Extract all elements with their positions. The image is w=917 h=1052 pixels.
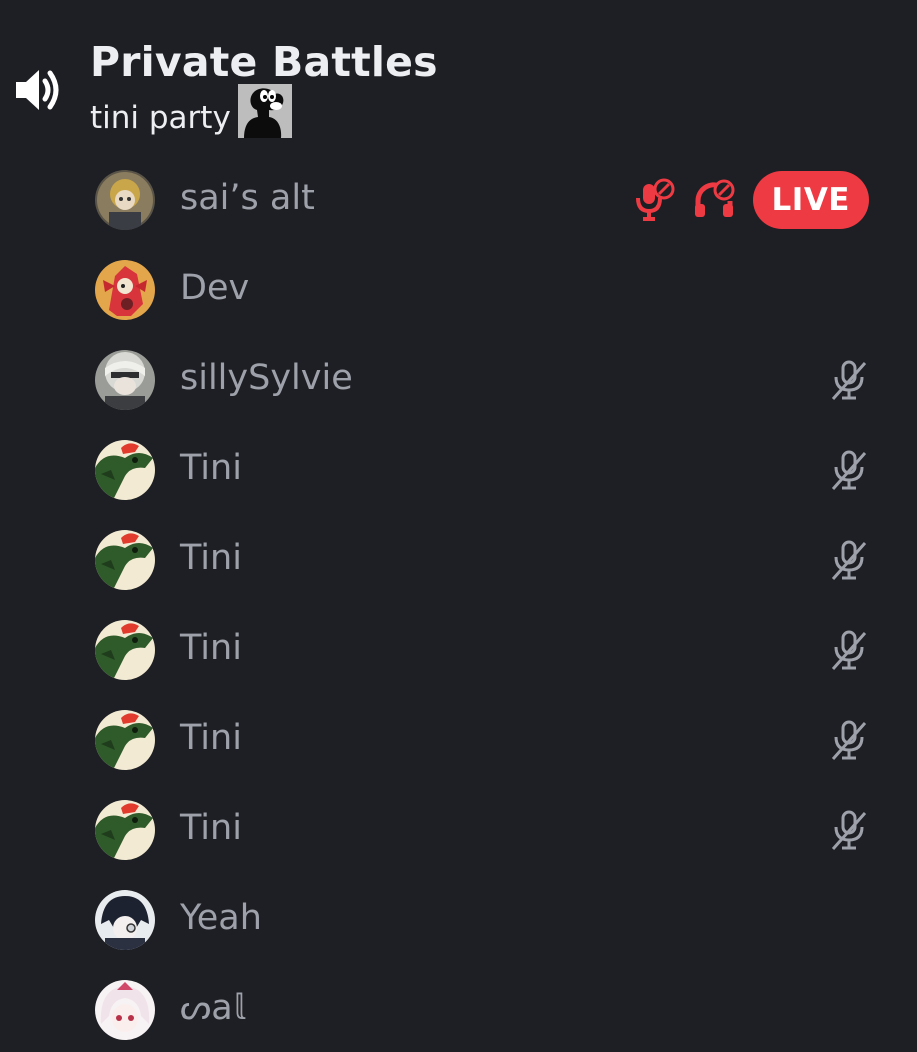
voice-user-row[interactable]: Dev (0, 245, 917, 335)
user-status-icons (829, 620, 869, 680)
voice-user-row[interactable]: Tini (0, 785, 917, 875)
channel-status: tini party (90, 100, 231, 136)
black-yoshi-image (238, 84, 292, 138)
username: sai’s alt (180, 178, 315, 218)
username: Dev (180, 268, 250, 308)
user-status-icons (829, 530, 869, 590)
voice-user-row[interactable]: sillySylvie (0, 335, 917, 425)
voice-user-row[interactable]: Tini (0, 605, 917, 695)
avatar (95, 260, 155, 320)
user-status-icons (829, 800, 869, 860)
avatar (95, 350, 155, 410)
voice-user-row[interactable]: Tini (0, 695, 917, 785)
mic-slash-icon (829, 629, 869, 671)
user-status-icons (829, 350, 869, 410)
mic-slash-icon (829, 719, 869, 761)
voice-user-list: sai’s alt LIVE Dev sillySylvie Tini Tini… (0, 155, 917, 1052)
voice-user-row[interactable]: ᔕa𝕝 (0, 965, 917, 1052)
avatar (95, 620, 155, 680)
voice-user-row[interactable]: sai’s alt LIVE (0, 155, 917, 245)
avatar (95, 890, 155, 950)
live-badge[interactable]: LIVE (752, 171, 869, 229)
mic-slash-icon (829, 809, 869, 851)
username: Tini (180, 538, 242, 578)
user-status-icons (829, 440, 869, 500)
voice-user-row[interactable]: Tini (0, 515, 917, 605)
avatar (95, 170, 155, 230)
mic-slash-icon (829, 449, 869, 491)
voice-user-row[interactable]: Yeah (0, 875, 917, 965)
avatar (95, 530, 155, 590)
avatar (95, 980, 155, 1040)
username: Tini (180, 628, 242, 668)
server-deafen-icon (693, 179, 735, 221)
username: ᔕa𝕝 (180, 988, 245, 1028)
server-mute-icon (635, 178, 675, 222)
speaker-icon (12, 64, 64, 116)
mic-slash-icon (829, 539, 869, 581)
username: Yeah (180, 898, 262, 938)
channel-name: Private Battles (90, 38, 438, 86)
avatar (95, 440, 155, 500)
user-status-icons: LIVE (635, 170, 869, 230)
username: Tini (180, 808, 242, 848)
username: sillySylvie (180, 358, 353, 398)
voice-channel[interactable]: Private Battles tini party sai’s alt LIV… (0, 0, 917, 1052)
avatar (95, 710, 155, 770)
username: Tini (180, 448, 242, 488)
mic-slash-icon (829, 359, 869, 401)
user-status-icons (829, 710, 869, 770)
username: Tini (180, 718, 242, 758)
voice-user-row[interactable]: Tini (0, 425, 917, 515)
avatar (95, 800, 155, 860)
